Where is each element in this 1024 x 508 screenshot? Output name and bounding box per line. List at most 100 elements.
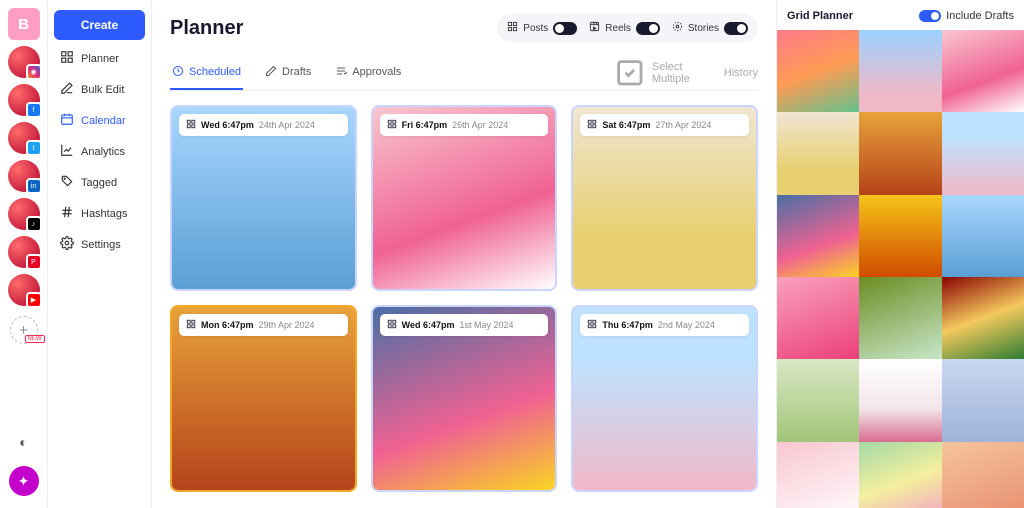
nav-label: Tagged: [81, 177, 117, 189]
post-card[interactable]: Mon 6:47pm 29th Apr 2024: [170, 305, 357, 492]
hash-icon: [60, 205, 74, 222]
tab-drafts[interactable]: Drafts: [263, 57, 313, 90]
facebook-icon: f: [26, 102, 42, 118]
twitter-icon: t: [26, 140, 42, 156]
post-time: Mon 6:47pm: [201, 320, 254, 330]
instagram-icon: ◉: [26, 64, 42, 80]
grid-cell[interactable]: [942, 195, 1024, 277]
grid-icon: [587, 319, 597, 331]
nav-label: Hashtags: [81, 208, 127, 220]
filter-label: Reels: [605, 23, 631, 34]
post-time: Wed 6:47pm: [402, 320, 455, 330]
add-account-button[interactable]: + NEW: [10, 316, 38, 344]
grid-cell[interactable]: [859, 112, 941, 194]
grid-cell[interactable]: [859, 195, 941, 277]
post-time: Fri 6:47pm: [402, 120, 448, 130]
grid-cell[interactable]: [859, 442, 941, 508]
post-schedule-pill: Wed 6:47pm1st May 2024: [380, 314, 549, 336]
grid-cell[interactable]: [942, 442, 1024, 508]
topbar: Planner Posts Reels Stories: [170, 14, 758, 42]
nav-calendar[interactable]: Calendar: [54, 105, 145, 136]
pinterest-icon: P: [26, 254, 42, 270]
grid-cell[interactable]: [777, 359, 859, 441]
grid-cell[interactable]: [777, 112, 859, 194]
post-schedule-pill: Sat 6:47pm 27th Apr 2024: [580, 114, 749, 136]
theme-toggle-icon[interactable]: ◐: [19, 434, 27, 450]
account-rail: B ◉ f t in ♪ P ▶ + NEW ◐ ✦: [0, 0, 48, 508]
account-pinterest[interactable]: P: [8, 236, 40, 268]
grid-cell[interactable]: [777, 30, 859, 112]
tab-label: Scheduled: [189, 66, 241, 78]
grid-cell[interactable]: [859, 359, 941, 441]
nav-planner[interactable]: Planner: [54, 43, 145, 74]
tabs-bar: Scheduled Drafts Approvals Select Multiple…: [170, 56, 758, 91]
post-time: Sat 6:47pm: [602, 120, 650, 130]
nav-label: Analytics: [81, 146, 125, 158]
tab-scheduled[interactable]: Scheduled: [170, 57, 243, 90]
nav-label: Planner: [81, 53, 119, 65]
account-youtube[interactable]: ▶: [8, 274, 40, 306]
grid-icon: [60, 50, 74, 67]
chart-icon: [60, 143, 74, 160]
brand-badge[interactable]: B: [8, 8, 40, 40]
grid-cell[interactable]: [942, 359, 1024, 441]
grid-cell[interactable]: [777, 195, 859, 277]
post-schedule-pill: Wed 6:47pm24th Apr 2024: [179, 114, 348, 136]
post-schedule-pill: Thu 6:47pm2nd May 2024: [580, 314, 749, 336]
ai-sparkle-button[interactable]: ✦: [9, 466, 39, 496]
youtube-icon: ▶: [26, 292, 42, 308]
grid-cell[interactable]: [777, 277, 859, 359]
grid-cell[interactable]: [942, 277, 1024, 359]
filter-posts[interactable]: Posts: [503, 18, 581, 38]
check-icon: [335, 65, 347, 80]
scheduled-posts-grid: Wed 6:47pm24th Apr 2024 Fri 6:47pm26th Ap…: [170, 105, 758, 506]
grid-cell[interactable]: [942, 30, 1024, 112]
nav-hashtags[interactable]: Hashtags: [54, 198, 145, 229]
page-title: Planner: [170, 17, 243, 40]
grid-cell[interactable]: [859, 277, 941, 359]
post-card[interactable]: Sat 6:47pm 27th Apr 2024: [571, 105, 758, 292]
nav-bulk-edit[interactable]: Bulk Edit: [54, 74, 145, 105]
filter-reels[interactable]: Reels: [585, 18, 664, 38]
account-twitter[interactable]: t: [8, 122, 40, 154]
history-button[interactable]: History: [724, 67, 758, 79]
post-card[interactable]: Wed 6:47pm1st May 2024: [371, 305, 558, 492]
tab-label: Drafts: [282, 66, 311, 78]
new-badge: NEW: [25, 335, 45, 343]
toggle-switch-icon: [636, 22, 660, 35]
post-card[interactable]: Fri 6:47pm26th Apr 2024: [371, 105, 558, 292]
post-time: Thu 6:47pm: [602, 320, 653, 330]
account-instagram[interactable]: ◉: [8, 46, 40, 78]
grid-icon: [507, 21, 518, 35]
grid-cell[interactable]: [859, 30, 941, 112]
linkedin-icon: in: [26, 178, 42, 194]
post-date: 29th Apr 2024: [259, 320, 315, 330]
include-drafts-toggle[interactable]: Include Drafts: [919, 10, 1014, 22]
tab-approvals[interactable]: Approvals: [333, 57, 403, 90]
toggle-switch-icon: [919, 10, 941, 22]
select-multiple-button[interactable]: Select Multiple: [613, 56, 690, 90]
tag-icon: [60, 174, 74, 191]
story-icon: [672, 21, 683, 35]
post-card[interactable]: Thu 6:47pm2nd May 2024: [571, 305, 758, 492]
post-schedule-pill: Mon 6:47pm 29th Apr 2024: [179, 314, 348, 336]
account-facebook[interactable]: f: [8, 84, 40, 116]
nav-sidebar: Create Planner Bulk Edit Calendar Analytics…: [48, 0, 152, 508]
grid-cell[interactable]: [777, 442, 859, 508]
account-linkedin[interactable]: in: [8, 160, 40, 192]
nav-label: Calendar: [81, 115, 126, 127]
nav-settings[interactable]: Settings: [54, 229, 145, 260]
create-button[interactable]: Create: [54, 10, 145, 40]
account-tiktok[interactable]: ♪: [8, 198, 40, 230]
grid-icon: [387, 119, 397, 131]
filter-label: Posts: [523, 23, 548, 34]
grid-icon: [387, 319, 397, 331]
post-schedule-pill: Fri 6:47pm26th Apr 2024: [380, 114, 549, 136]
nav-tagged[interactable]: Tagged: [54, 167, 145, 198]
edit-icon: [60, 81, 74, 98]
grid-cell[interactable]: [942, 112, 1024, 194]
nav-analytics[interactable]: Analytics: [54, 136, 145, 167]
post-date: 27th Apr 2024: [655, 120, 711, 130]
post-card[interactable]: Wed 6:47pm24th Apr 2024: [170, 105, 357, 292]
filter-stories[interactable]: Stories: [668, 18, 752, 38]
